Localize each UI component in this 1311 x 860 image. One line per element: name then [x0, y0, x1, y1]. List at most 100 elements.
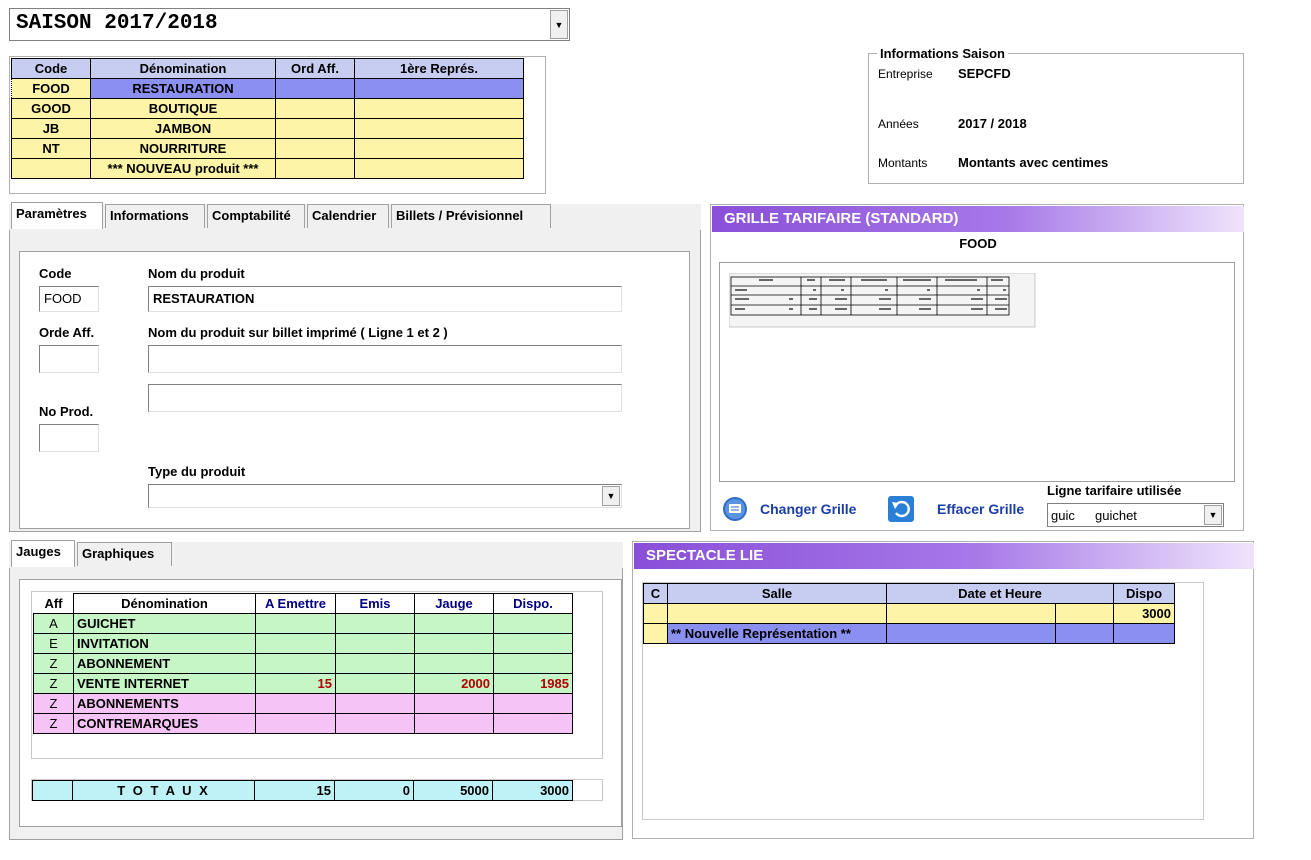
- row-emis[interactable]: [335, 673, 415, 694]
- tab-comptabilite[interactable]: Comptabilité: [207, 204, 305, 228]
- table-row[interactable]: JB JAMBON: [11, 118, 524, 139]
- effacer-grille-button[interactable]: Effacer Grille: [887, 495, 1037, 523]
- row-aff[interactable]: Z: [33, 713, 74, 734]
- season-dropdown[interactable]: SAISON 2017/2018 ▼: [9, 8, 570, 41]
- row-emis[interactable]: [335, 633, 415, 654]
- col-ord-aff[interactable]: Ord Aff.: [275, 58, 355, 79]
- tab-calendrier[interactable]: Calendrier: [307, 204, 389, 228]
- row-dispo[interactable]: [493, 713, 573, 734]
- row-emettre[interactable]: [255, 693, 336, 714]
- table-row[interactable]: NT NOURRITURE: [11, 138, 524, 159]
- tab-graphiques[interactable]: Graphiques: [77, 542, 172, 566]
- row-emis[interactable]: [335, 613, 415, 634]
- col-date-heure[interactable]: Date et Heure: [886, 583, 1114, 604]
- row-c[interactable]: [643, 623, 668, 644]
- row-name[interactable]: JAMBON: [90, 118, 276, 139]
- row-dispo[interactable]: [493, 653, 573, 674]
- tab-parametres[interactable]: Paramètres: [11, 202, 103, 229]
- tab-billets[interactable]: Billets / Prévisionnel: [391, 204, 551, 228]
- tab-informations[interactable]: Informations: [105, 204, 205, 228]
- row-salle[interactable]: ** Nouvelle Représentation **: [667, 623, 887, 644]
- col-c[interactable]: C: [643, 583, 668, 604]
- chevron-down-icon[interactable]: ▼: [602, 486, 620, 506]
- type-dropdown[interactable]: ▼: [148, 484, 622, 508]
- table-row[interactable]: 3000: [643, 603, 1175, 624]
- row-name[interactable]: ABONNEMENT: [73, 653, 256, 674]
- row-emettre[interactable]: [255, 633, 336, 654]
- row-emis[interactable]: [335, 713, 415, 734]
- row-aff[interactable]: E: [33, 633, 74, 654]
- row-name[interactable]: INVITATION: [73, 633, 256, 654]
- row-premiere[interactable]: [354, 118, 524, 139]
- col-a-emettre[interactable]: A Emettre: [255, 593, 336, 614]
- row-emettre[interactable]: 15: [255, 673, 336, 694]
- col-jauge[interactable]: Jauge: [414, 593, 494, 614]
- row-name[interactable]: *** NOUVEAU produit ***: [90, 158, 276, 179]
- row-code[interactable]: FOOD: [11, 78, 91, 99]
- ligne-tarifaire-dropdown[interactable]: guic guichet ▼: [1047, 503, 1224, 527]
- row-premiere[interactable]: [354, 158, 524, 179]
- row-salle[interactable]: [667, 603, 887, 624]
- col-dispo[interactable]: Dispo.: [493, 593, 573, 614]
- table-row[interactable]: Z CONTREMARQUES: [33, 713, 573, 734]
- row-heure[interactable]: [1055, 623, 1114, 644]
- row-name[interactable]: VENTE INTERNET: [73, 673, 256, 694]
- row-dispo[interactable]: 1985: [493, 673, 573, 694]
- row-code[interactable]: JB: [11, 118, 91, 139]
- col-premiere[interactable]: 1ère Représ.: [354, 58, 524, 79]
- row-date[interactable]: [886, 603, 1056, 624]
- row-ord[interactable]: [275, 138, 355, 159]
- row-jauge[interactable]: [414, 713, 494, 734]
- row-name[interactable]: NOURRITURE: [90, 138, 276, 159]
- row-jauge[interactable]: 2000: [414, 673, 494, 694]
- table-row[interactable]: Z VENTE INTERNET 15 2000 1985: [33, 673, 573, 694]
- row-emis[interactable]: [335, 693, 415, 714]
- row-aff[interactable]: Z: [33, 653, 74, 674]
- table-row[interactable]: ** Nouvelle Représentation **: [643, 623, 1175, 644]
- table-row[interactable]: Z ABONNEMENT: [33, 653, 573, 674]
- row-dispo[interactable]: 3000: [1113, 603, 1175, 624]
- col-dispo[interactable]: Dispo: [1113, 583, 1175, 604]
- row-code[interactable]: [11, 158, 91, 179]
- col-emis[interactable]: Emis: [335, 593, 415, 614]
- table-row[interactable]: Z ABONNEMENTS: [33, 693, 573, 714]
- tab-jauges[interactable]: Jauges: [11, 540, 75, 567]
- row-aff[interactable]: A: [33, 613, 74, 634]
- row-name[interactable]: CONTREMARQUES: [73, 713, 256, 734]
- col-denomination[interactable]: Dénomination: [73, 593, 256, 614]
- row-name[interactable]: ABONNEMENTS: [73, 693, 256, 714]
- row-emettre[interactable]: [255, 653, 336, 674]
- row-aff[interactable]: Z: [33, 673, 74, 694]
- row-jauge[interactable]: [414, 613, 494, 634]
- billet-line1-input[interactable]: [148, 345, 622, 373]
- row-ord[interactable]: [275, 98, 355, 119]
- row-premiere[interactable]: [354, 98, 524, 119]
- col-denomination[interactable]: Dénomination: [90, 58, 276, 79]
- row-aff[interactable]: Z: [33, 693, 74, 714]
- row-ord[interactable]: [275, 78, 355, 99]
- table-row[interactable]: A GUICHET: [33, 613, 573, 634]
- changer-grille-button[interactable]: Changer Grille: [722, 496, 872, 522]
- row-dispo[interactable]: [493, 613, 573, 634]
- col-code[interactable]: Code: [11, 58, 91, 79]
- nom-input[interactable]: RESTAURATION: [148, 286, 622, 312]
- row-code[interactable]: GOOD: [11, 98, 91, 119]
- code-input[interactable]: FOOD: [39, 286, 99, 312]
- col-salle[interactable]: Salle: [667, 583, 887, 604]
- row-heure[interactable]: [1055, 603, 1114, 624]
- table-row[interactable]: FOOD RESTAURATION: [11, 78, 524, 99]
- billet-line2-input[interactable]: [148, 384, 622, 412]
- row-premiere[interactable]: [354, 138, 524, 159]
- row-date[interactable]: [886, 623, 1056, 644]
- row-jauge[interactable]: [414, 633, 494, 654]
- row-dispo[interactable]: [1113, 623, 1175, 644]
- chevron-down-icon[interactable]: ▼: [550, 10, 568, 39]
- row-emettre[interactable]: [255, 613, 336, 634]
- table-row[interactable]: E INVITATION: [33, 633, 573, 654]
- orde-input[interactable]: [39, 345, 99, 373]
- row-name[interactable]: BOUTIQUE: [90, 98, 276, 119]
- row-code[interactable]: NT: [11, 138, 91, 159]
- row-jauge[interactable]: [414, 653, 494, 674]
- row-name[interactable]: RESTAURATION: [90, 78, 276, 99]
- noprod-input[interactable]: [39, 424, 99, 452]
